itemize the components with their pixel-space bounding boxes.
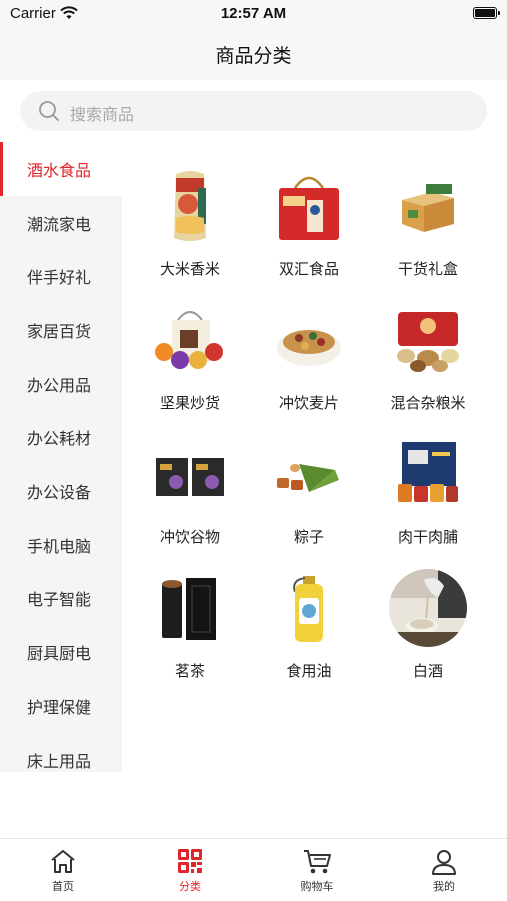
- home-icon: [51, 850, 75, 873]
- tab-home[interactable]: 首页: [0, 839, 126, 901]
- user-icon: [432, 850, 456, 875]
- jerky-box-icon: [398, 442, 458, 502]
- sidebar-item-kitchen[interactable]: 厨具厨电: [0, 625, 122, 679]
- sidebar-item-office-consumables[interactable]: 办公耗材: [0, 411, 122, 465]
- tab-label: 分类: [179, 880, 201, 893]
- tab-label: 购物车: [300, 880, 334, 893]
- cart-icon: [304, 850, 331, 874]
- sidebar-item-appliances[interactable]: 潮流家电: [0, 196, 122, 250]
- search-input[interactable]: 搜索商品: [20, 91, 487, 131]
- category-cereal[interactable]: 冲饮麦片: [247, 276, 367, 412]
- category-label: 食用油: [286, 662, 332, 680]
- tab-label: 我的: [433, 880, 455, 893]
- gift-box-icon: [402, 184, 454, 232]
- cereal-bowl-icon: [277, 330, 341, 366]
- page-title: 商品分类: [215, 45, 292, 67]
- category-rice[interactable]: 大米香米: [128, 142, 248, 278]
- tea-canister-icon: [162, 578, 216, 640]
- category-shuanghui[interactable]: 双汇食品: [247, 142, 367, 278]
- sidebar-item-label: 厨具厨电: [27, 644, 92, 664]
- category-baijiu[interactable]: 白酒: [366, 544, 486, 680]
- tab-bar: 首页 分类 购物车 我的: [0, 838, 507, 901]
- sidebar-item-drinks-food[interactable]: 酒水食品: [0, 142, 122, 196]
- search-area: 搜索商品: [0, 80, 507, 142]
- oil-bottle-icon: [293, 576, 323, 642]
- tab-label: 首页: [52, 880, 74, 893]
- category-sidebar: 酒水食品 潮流家电 伴手好礼 家居百货 办公用品 办公耗材 办公设备 手机电脑 …: [0, 142, 122, 772]
- sidebar-item-label: 伴手好礼: [27, 268, 92, 288]
- gift-bag-icon: [279, 176, 339, 240]
- liquor-pour-icon: [389, 569, 467, 647]
- category-grain-drinks[interactable]: 冲饮谷物: [128, 410, 248, 546]
- sidebar-item-label: 潮流家电: [27, 214, 92, 234]
- sidebar-item-label: 床上用品: [27, 751, 92, 771]
- tab-category[interactable]: 分类: [127, 839, 253, 901]
- status-bar: Carrier 12:57 AM: [0, 0, 507, 28]
- sidebar-item-electronics[interactable]: 电子智能: [0, 572, 122, 626]
- sidebar-item-gifts[interactable]: 伴手好礼: [0, 249, 122, 303]
- sidebar-item-phones-computers[interactable]: 手机电脑: [0, 518, 122, 572]
- clock: 12:57 AM: [220, 5, 287, 22]
- grain-drink-box-icon: [156, 458, 224, 496]
- category-grid-icon: [178, 849, 202, 873]
- category-zongzi[interactable]: 粽子: [247, 410, 367, 546]
- sidebar-item-household[interactable]: 家居百货: [0, 303, 122, 357]
- tab-profile[interactable]: 我的: [381, 839, 507, 901]
- nuts-bag-icon: [155, 311, 223, 369]
- grain-box-icon: [397, 312, 459, 372]
- sidebar-item-label: 酒水食品: [27, 160, 92, 180]
- tab-cart[interactable]: 购物车: [254, 839, 380, 901]
- category-cooking-oil[interactable]: 食用油: [247, 544, 367, 680]
- sidebar-item-label: 电子智能: [27, 590, 92, 610]
- sidebar-item-label: 护理保健: [27, 697, 92, 717]
- category-label: 白酒: [412, 662, 443, 680]
- sidebar-item-health-care[interactable]: 护理保健: [0, 679, 122, 733]
- category-nuts[interactable]: 坚果炒货: [128, 276, 248, 412]
- sidebar-item-office-equipment[interactable]: 办公设备: [0, 464, 122, 518]
- category-dried-goods[interactable]: 干货礼盒: [366, 142, 486, 278]
- rice-package-icon: [174, 171, 206, 241]
- sidebar-item-office-supplies[interactable]: 办公用品: [0, 357, 122, 411]
- sidebar-item-label: 家居百货: [27, 321, 92, 341]
- category-tea[interactable]: 茗茶: [128, 544, 248, 680]
- search-placeholder: 搜索商品: [70, 105, 135, 124]
- sidebar-item-label: 办公设备: [27, 483, 92, 503]
- category-jerky[interactable]: 肉干肉脯: [366, 410, 486, 546]
- sidebar-item-label: 办公用品: [27, 375, 92, 395]
- category-label: 茗茶: [174, 662, 205, 680]
- sidebar-item-label: 办公耗材: [27, 429, 92, 449]
- sidebar-item-bedding[interactable]: 床上用品: [0, 733, 122, 787]
- nav-bar: 商品分类: [0, 28, 507, 80]
- category-mixed-grains[interactable]: 混合杂粮米: [366, 276, 486, 412]
- sidebar-item-label: 手机电脑: [27, 536, 92, 556]
- zongzi-icon: [277, 464, 339, 492]
- search-icon: [39, 101, 59, 121]
- battery-icon: [473, 7, 500, 19]
